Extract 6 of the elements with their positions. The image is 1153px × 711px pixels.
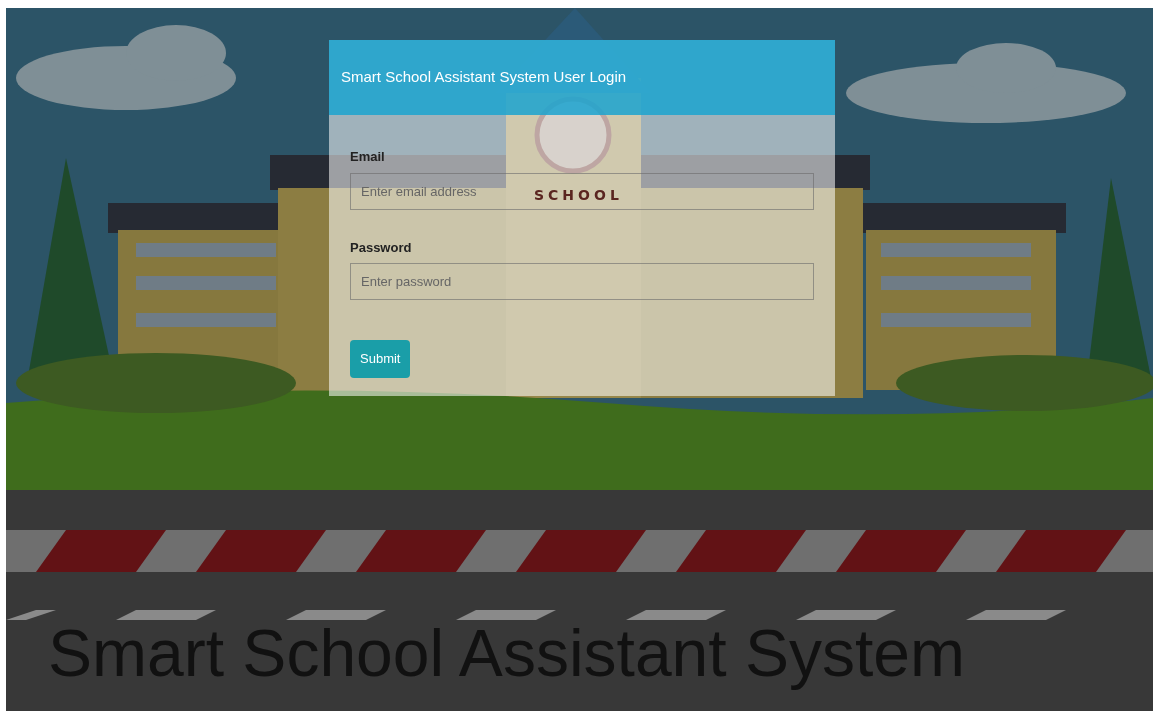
school-sign: SCHOOL: [534, 186, 623, 205]
field-label: Email: [350, 148, 385, 166]
card-title: Smart School Assistant System User Login: [341, 67, 627, 88]
password-field[interactable]: Enter password: [350, 263, 814, 300]
field-label: Password: [350, 238, 412, 257]
submit-button[interactable]: Submit: [350, 340, 411, 378]
